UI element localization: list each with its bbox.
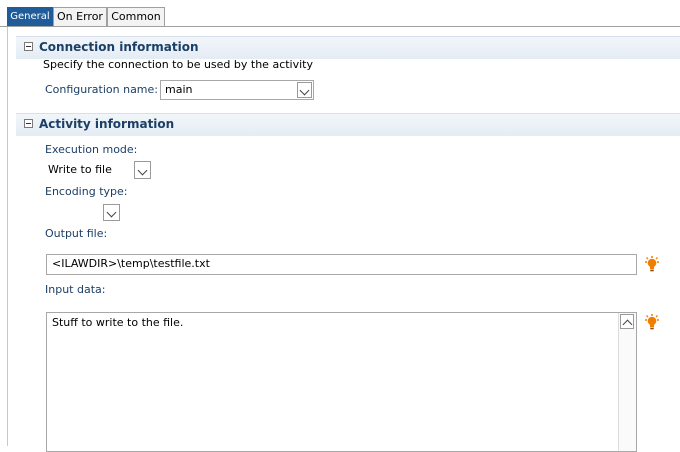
connection-section-title: Connection information bbox=[39, 40, 199, 54]
chevron-up-icon bbox=[622, 319, 633, 330]
output-file-input[interactable]: <ILAWDIR>\temp\testfile.txt bbox=[46, 254, 637, 275]
connection-description: Specify the connection to be used by the… bbox=[43, 58, 313, 71]
output-file-value: <ILAWDIR>\temp\testfile.txt bbox=[52, 257, 210, 270]
tab-on-error[interactable]: On Error bbox=[53, 7, 107, 26]
tab-general-label: General bbox=[10, 11, 50, 22]
input-data-label: Input data: bbox=[45, 283, 106, 296]
activity-section-header[interactable]: Activity information bbox=[16, 113, 680, 136]
tab-bar: General On Error Common bbox=[0, 0, 680, 27]
encoding-type-dropdown-button[interactable] bbox=[103, 204, 120, 221]
tab-common[interactable]: Common bbox=[107, 7, 165, 26]
encoding-type-label: Encoding type: bbox=[45, 185, 128, 198]
lightbulb-icon[interactable] bbox=[643, 255, 661, 273]
execution-mode-value: Write to file bbox=[48, 163, 112, 176]
execution-mode-label: Execution mode: bbox=[45, 143, 138, 156]
tab-general[interactable]: General bbox=[7, 7, 53, 26]
input-data-textarea[interactable]: Stuff to write to the file. bbox=[46, 312, 637, 452]
execution-mode-dropdown-button[interactable] bbox=[134, 161, 151, 179]
tab-on-error-label: On Error bbox=[57, 10, 103, 23]
execution-mode-dropdown[interactable] bbox=[133, 161, 151, 180]
connection-section-header[interactable]: Connection information bbox=[16, 36, 680, 59]
output-file-label: Output file: bbox=[45, 227, 108, 240]
scroll-up-button[interactable] bbox=[620, 314, 634, 330]
configuration-dropdown-button[interactable] bbox=[297, 82, 312, 98]
collapse-icon[interactable] bbox=[24, 42, 33, 51]
configuration-name-dropdown[interactable]: main bbox=[160, 80, 314, 100]
tab-common-label: Common bbox=[111, 10, 161, 23]
configuration-name-label: Configuration name: bbox=[45, 83, 158, 96]
lightbulb-icon[interactable] bbox=[643, 313, 661, 331]
activity-section-title: Activity information bbox=[39, 117, 175, 131]
chevron-down-icon bbox=[137, 165, 148, 176]
collapse-icon[interactable] bbox=[24, 119, 33, 128]
encoding-type-dropdown[interactable] bbox=[102, 204, 120, 222]
configuration-name-value: main bbox=[165, 83, 193, 96]
chevron-down-icon bbox=[299, 85, 310, 96]
input-data-value: Stuff to write to the file. bbox=[52, 316, 184, 329]
input-data-scrollbar[interactable] bbox=[618, 313, 636, 451]
chevron-down-icon bbox=[106, 207, 117, 218]
